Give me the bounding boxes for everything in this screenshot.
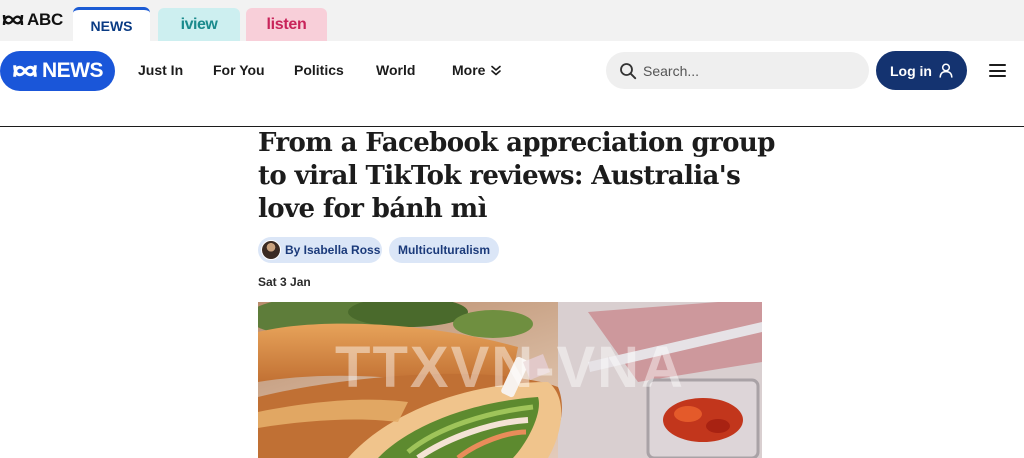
site-tab-news[interactable]: NEWS <box>73 7 150 41</box>
nav-more-label: More <box>452 62 486 78</box>
author-pill[interactable]: By Isabella Ross <box>258 237 382 263</box>
article-headline: From a Facebook appreciation group to vi… <box>258 128 775 224</box>
article-date: Sat 3 Jan <box>258 275 311 289</box>
nav-item-just-in[interactable]: Just In <box>138 62 183 78</box>
site-tab-listen[interactable]: listen <box>246 8 327 41</box>
site-tab-iview[interactable]: iview <box>158 8 240 41</box>
double-chevron-down-icon <box>491 65 502 75</box>
top-site-strip: ABC NEWS iview listen <box>0 0 1024 41</box>
abc-news-logo[interactable]: NEWS <box>0 51 115 91</box>
author-avatar <box>261 240 281 260</box>
user-icon <box>939 63 953 78</box>
search-box[interactable] <box>606 52 869 89</box>
nav-item-politics[interactable]: Politics <box>294 62 344 78</box>
nav-more-button[interactable]: More <box>452 62 502 78</box>
banh-mi-photo: TTXVN-VNA <box>258 302 762 458</box>
login-button[interactable]: Log in <box>876 51 967 90</box>
abc-logo-text: ABC <box>27 10 63 29</box>
search-icon <box>620 62 637 79</box>
abc-lissajous-icon <box>13 65 37 77</box>
hero-image: TTXVN-VNA <box>258 302 762 458</box>
login-label: Log in <box>890 62 932 79</box>
search-input[interactable] <box>643 62 843 79</box>
main-navbar: NEWS Just In For You Politics World More… <box>0 41 1024 127</box>
topic-pill[interactable]: Multiculturalism <box>389 237 499 263</box>
news-logo-text: NEWS <box>42 59 104 82</box>
abc-lissajous-icon <box>2 14 24 26</box>
author-name: By Isabella Ross <box>285 243 381 257</box>
nav-item-world[interactable]: World <box>376 62 415 78</box>
menu-icon[interactable] <box>989 64 1006 77</box>
abc-logo-link[interactable]: ABC <box>2 10 63 30</box>
watermark-text: TTXVN-VNA <box>335 335 685 400</box>
nav-item-for-you[interactable]: For You <box>213 62 265 78</box>
